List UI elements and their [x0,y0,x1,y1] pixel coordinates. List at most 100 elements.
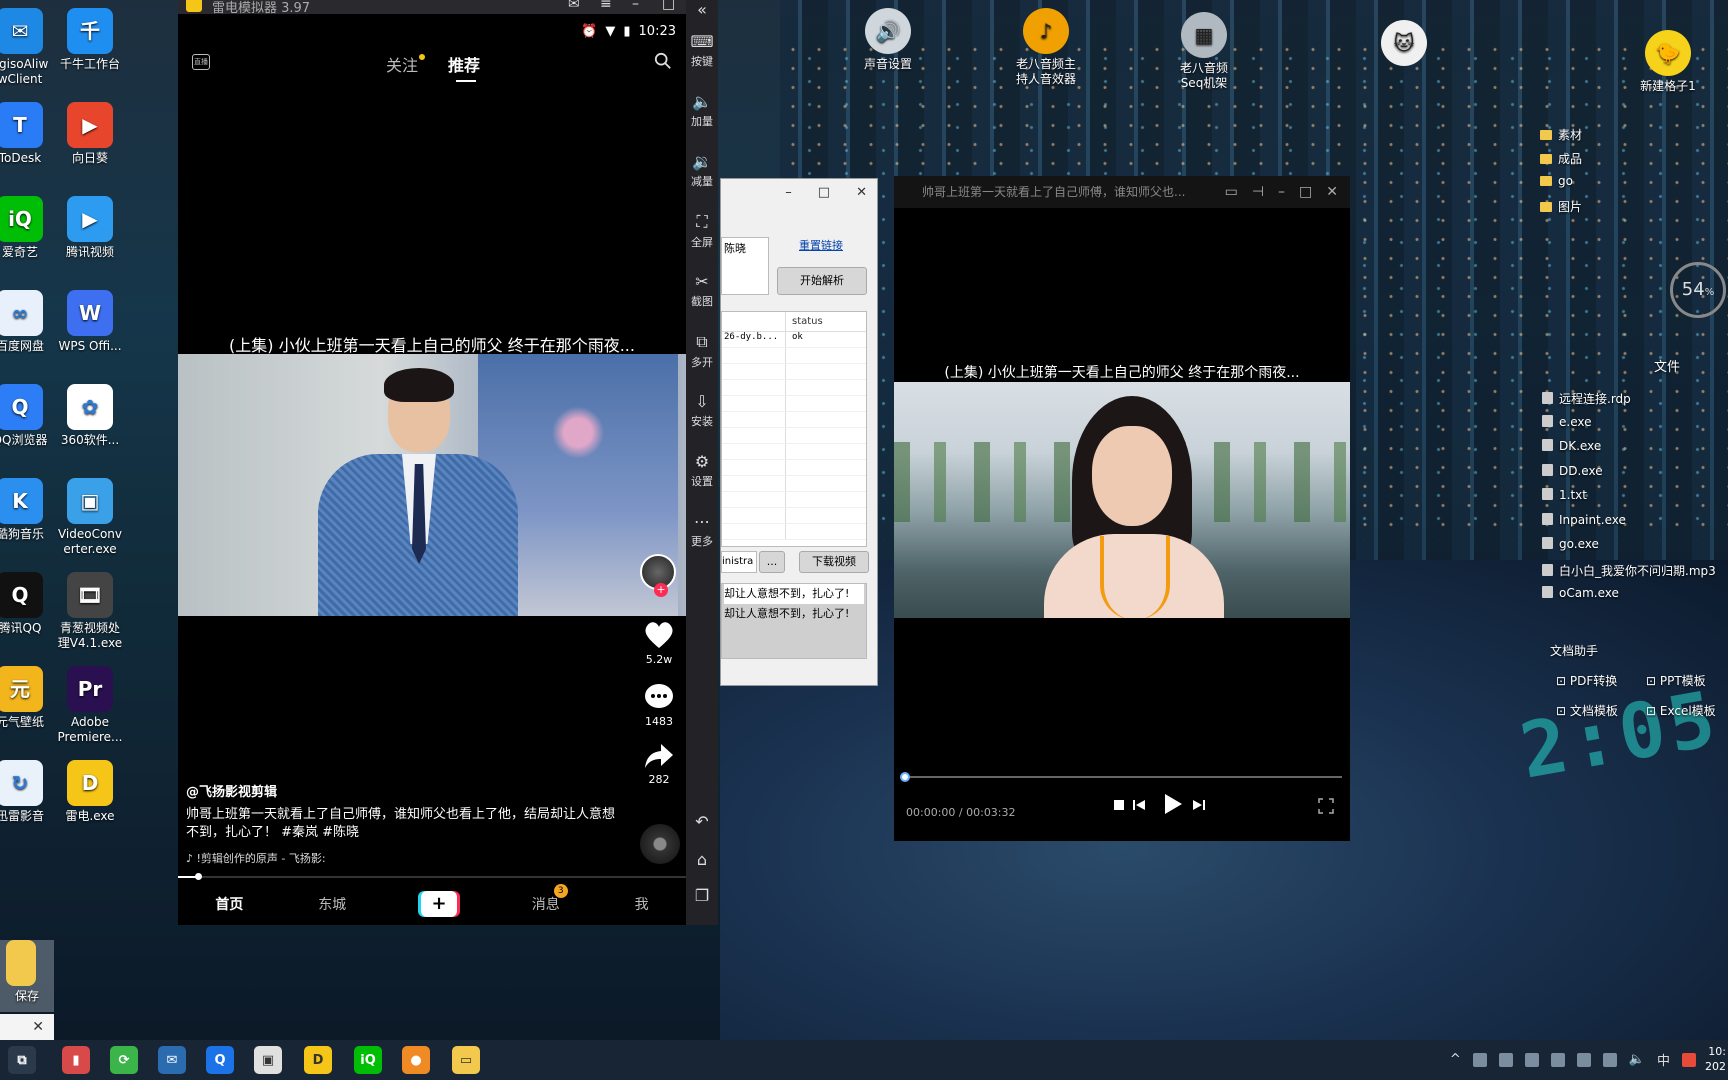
mic-icon[interactable] [1472,1052,1487,1067]
emulator-mail-icon[interactable]: ✉ [568,0,580,12]
taskbar-app-app-green[interactable]: ⟳ [110,1046,138,1074]
tab-follow[interactable]: 关注 [386,52,426,76]
emulator-maximize-button[interactable]: □ [662,0,675,12]
security-icon[interactable] [1498,1052,1513,1067]
music-disc-icon[interactable] [640,824,680,864]
share-button[interactable]: 282 [634,742,684,786]
doc-tool-button[interactable]: ⊡ PPT模板 [1646,672,1706,689]
desktop-icon[interactable]: 🔊 声音设置 [848,8,928,72]
result-table[interactable]: status 26-dy.b... ok [721,311,867,547]
volume-icon[interactable]: 🔈 [1629,1052,1645,1067]
doc-tool-button[interactable]: ⊡ 文档模板 [1556,702,1618,719]
desktop-file-item[interactable]: go.exe [1542,537,1599,551]
emulator-tool-button[interactable]: ⧉ 多开 [686,332,718,370]
nav-me[interactable]: 我 [635,894,649,914]
taskbar-app-iqiyi[interactable]: iQ [354,1046,382,1074]
shield-icon[interactable] [1576,1052,1591,1067]
video-progress-bar[interactable] [178,873,686,880]
player-video-frame[interactable] [894,382,1350,618]
taskbar-app-mail[interactable]: ✉ [158,1046,186,1074]
player-miniview-icon[interactable]: ▭ [1225,176,1238,208]
qq-tray-icon[interactable] [1550,1052,1565,1067]
tab-recommend[interactable]: 推荐 [448,52,480,82]
emulator-tool-button[interactable]: 🔉 减量 [686,152,718,189]
desktop-folder-item[interactable]: 图片 [1540,198,1582,215]
desktop-icon[interactable]: ✿ 360软件... [50,384,130,448]
player-titlebar[interactable]: 帅哥上班第一天就看上了自己师傅，谁知师父也... ▭ ⊣ – □ ✕ [894,176,1350,208]
player-minimize-button[interactable]: – [1278,176,1285,208]
reset-link[interactable]: 重置链接 [799,237,843,253]
taskbar-app-taskview[interactable]: ⧉ [8,1046,36,1074]
download-video-button[interactable]: 下载视频 [799,551,869,573]
notification-close-button[interactable]: ✕ [0,1014,54,1040]
comment-button[interactable]: 1483 [634,682,684,728]
fullscreen-icon[interactable] [1318,798,1334,814]
like-button[interactable]: 5.2w [634,620,684,666]
recent-apps-icon[interactable]: ❐ [686,886,718,907]
video-music[interactable]: ♪ !剪辑创作的原声 - 飞扬影: [186,850,616,868]
nav-messages[interactable]: 消息 3 [532,883,568,914]
player-seek-knob[interactable] [900,772,910,782]
desktop-file-item[interactable]: oCam.exe [1542,586,1619,600]
home-icon[interactable]: ⌂ [686,850,718,871]
video-description-line2[interactable]: 不到，扎心了！ #秦岚 #陈晓 [186,824,616,842]
desktop-icon[interactable]: D 雷电.exe [50,760,130,824]
desktop-icon[interactable]: ▶ 向日葵 [50,102,130,166]
sogou-icon[interactable] [1682,1052,1696,1067]
display-icon[interactable] [1602,1052,1617,1067]
emulator-tool-button[interactable]: ⋯ 更多 [686,512,718,549]
taskbar-app-app-red[interactable]: ▮ [62,1046,90,1074]
player-maximize-button[interactable]: □ [1299,176,1312,208]
log-output[interactable]: 却让人意想不到，扎心了! 却让人意想不到，扎心了! [721,583,867,659]
network-icon[interactable] [1524,1052,1539,1067]
desktop-file-item[interactable]: DK.exe [1542,439,1601,453]
player-pin-icon[interactable]: ⊣ [1252,176,1264,208]
desktop-icon[interactable]: 千千牛工作台 [50,8,130,72]
tray-expand-icon[interactable]: ^ [1450,1052,1461,1067]
emulator-tool-button[interactable]: ⛶ 全屏 [686,212,718,250]
nav-city[interactable]: 东城 [318,894,346,914]
emulator-tool-button[interactable]: 🔈 加量 [686,92,718,129]
sidebar-collapse-icon[interactable]: « [686,0,718,21]
taskbar-clock[interactable]: 10: 202 [1696,1044,1726,1074]
creator-avatar[interactable]: + [640,554,676,597]
desktop-folder-item[interactable]: 素材 [1540,126,1582,143]
create-button[interactable]: + [420,890,457,917]
search-icon[interactable] [654,52,672,70]
live-icon[interactable]: 直播 [192,54,210,70]
performance-gauge[interactable]: 54% [1670,262,1726,318]
desktop-icon[interactable]: 🐱 [1364,20,1444,69]
play-icon[interactable] [1160,792,1184,816]
desktop-icon[interactable]: 🎞 青葱视频处 理V4.1.exe [50,572,130,651]
video-frame[interactable] [178,354,686,616]
desktop-folder-item[interactable]: go [1540,174,1573,188]
taskbar-app-leidian[interactable]: D [304,1046,332,1074]
desktop-icon[interactable]: Pr Adobe Premiere... [50,666,130,745]
emulator-window[interactable]: 雷电模拟器 3.97 ✉ ≡ – □ ✕ ⏰ ▼ ▮ 10:23 直播 关注 推… [178,0,718,925]
desktop-file-item[interactable]: 远程连接.rdp [1542,390,1631,407]
doc-tool-button[interactable]: ⊡ PDF转换 [1556,672,1617,689]
downloader-minimize-button[interactable]: – [785,185,792,200]
desktop-icon[interactable]: ▶ 腾讯视频 [50,196,130,260]
desktop-icon[interactable]: ▦ 老八音频 Seq机架 [1164,12,1244,91]
previous-icon[interactable] [1132,798,1146,812]
downloader-window[interactable]: – □ ✕ 陈晓 重置链接 开始解析 status 26-dy.b... ok … [720,178,878,686]
ime-indicator[interactable]: 中 [1657,1050,1670,1069]
desktop-folder-save[interactable]: 保存 [0,940,54,1012]
link-input[interactable]: 陈晓 [721,237,769,295]
emulator-minimize-button[interactable]: – [632,0,639,12]
video-player-window[interactable]: 帅哥上班第一天就看上了自己师傅，谁知师父也... ▭ ⊣ – □ ✕ (上集) … [894,176,1350,841]
taskbar-app-qq-browser[interactable]: Q [206,1046,234,1074]
table-row[interactable]: 26-dy.b... ok [722,332,866,348]
follow-plus-icon[interactable]: + [654,583,668,597]
start-parse-button[interactable]: 开始解析 [777,267,867,295]
player-close-button[interactable]: ✕ [1326,176,1338,208]
desktop-file-item[interactable]: 1.txt [1542,488,1587,502]
taskbar-app-photo[interactable]: ▣ [254,1046,282,1074]
desktop-icon[interactable]: ♪ 老八音频主 持人音效器 [1006,8,1086,87]
downloader-close-button[interactable]: ✕ [856,185,867,200]
nav-home[interactable]: 首页 [215,894,243,914]
desktop-icon[interactable]: 🐤 新建格子1 [1628,20,1708,94]
emulator-tool-button[interactable]: ⌨ 按键 [686,32,718,69]
emulator-menu-icon[interactable]: ≡ [600,0,612,12]
